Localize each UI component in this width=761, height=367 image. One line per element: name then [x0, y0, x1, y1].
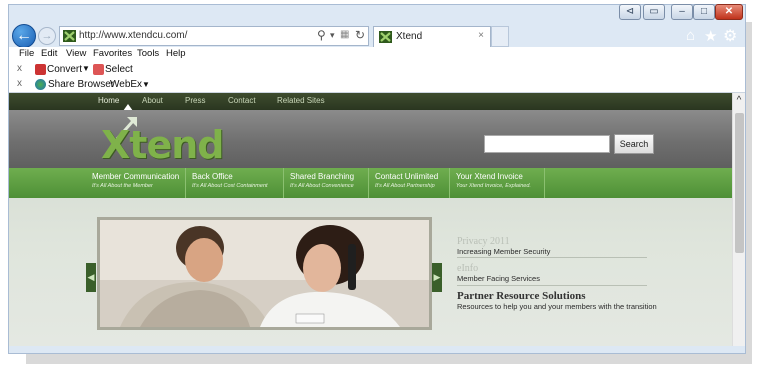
menu-view[interactable]: View — [66, 48, 86, 59]
scrollbar-thumb[interactable] — [735, 113, 744, 253]
news-subtitle: Increasing Member Security — [457, 247, 551, 256]
share-browser-button[interactable]: Share Browser — [48, 79, 114, 90]
window-shadow — [746, 22, 752, 364]
tab-xtend[interactable]: Xtend × — [373, 26, 491, 47]
minimize-button[interactable]: – — [671, 4, 693, 20]
logo-text: Xtend — [101, 123, 224, 167]
category-subtitle: Your Xtend Invoice, Explained. — [456, 183, 531, 189]
convert-button[interactable]: Convert — [47, 64, 82, 75]
caption-tab-button[interactable]: ▭ — [643, 4, 665, 20]
category-subtitle: It's All About Cost Containment — [192, 183, 268, 189]
menu-file[interactable]: File — [19, 48, 34, 59]
window-shadow — [26, 354, 752, 364]
tab-title: Xtend — [396, 31, 423, 42]
news-subtitle: Member Facing Services — [457, 274, 540, 283]
site-search-button[interactable]: Search — [614, 134, 654, 154]
forward-icon[interactable]: → — [38, 27, 56, 45]
back-icon[interactable]: ← — [12, 24, 36, 48]
category-title: Shared Branching — [290, 172, 355, 181]
page-viewport: Home About Press Contact Related Sites X… — [9, 93, 732, 346]
search-icon[interactable]: ⚲ — [317, 28, 326, 42]
star-icon[interactable]: ★ — [704, 27, 717, 45]
news-item[interactable]: Partner Resource Solutions Resources to … — [457, 290, 672, 312]
compat-view-icon[interactable]: ▦ — [340, 29, 349, 40]
category-title: Back Office — [192, 172, 233, 181]
news-title: Privacy 2011 — [457, 236, 510, 247]
category-contact-unlimited[interactable]: Contact Unlimited It's All About Partner… — [369, 168, 450, 198]
category-title: Contact Unlimited — [375, 172, 439, 181]
chevron-down-icon[interactable]: ▼ — [82, 64, 90, 73]
nav-about[interactable]: About — [142, 96, 163, 105]
xtend-favicon-icon — [63, 30, 76, 42]
caption-back-button[interactable]: ⊲ — [619, 4, 641, 20]
category-subtitle: It's All About Convenience — [290, 183, 354, 189]
hero-image — [100, 220, 429, 327]
news-subtitle: Resources to help you and your members w… — [457, 302, 657, 311]
new-tab-button[interactable] — [491, 26, 509, 47]
pdf-convert-icon — [35, 64, 46, 75]
news-item[interactable]: Privacy 2011 Increasing Member Security — [457, 236, 647, 258]
category-shared-branching[interactable]: Shared Branching It's All About Convenie… — [284, 168, 369, 198]
maximize-button[interactable]: □ — [693, 4, 715, 20]
category-back-office[interactable]: Back Office It's All About Cost Containm… — [186, 168, 284, 198]
category-subtitle: It's All About the Member — [92, 183, 153, 189]
webex-globe-icon — [35, 79, 46, 90]
category-member-communication[interactable]: Member Communication It's All About the … — [86, 168, 186, 198]
pdf-select-icon — [93, 64, 104, 75]
site-search-input[interactable] — [484, 135, 610, 153]
close-toolbar-icon[interactable]: x — [17, 63, 22, 74]
address-bar[interactable]: http://www.xtendcu.com/ ⚲ ▾ ▦ ↻ — [59, 26, 369, 46]
xtend-logo[interactable]: Xtend — [89, 115, 239, 167]
nav-related-sites[interactable]: Related Sites — [277, 96, 325, 105]
scroll-up-icon[interactable]: ^ — [733, 95, 745, 107]
nav-press[interactable]: Press — [185, 96, 205, 105]
menu-tools[interactable]: Tools — [137, 48, 159, 59]
webex-toolbar: x Share Browser WebEx ▼ — [9, 77, 745, 93]
nav-contact[interactable]: Contact — [228, 96, 256, 105]
slider-next-button[interactable]: ▶ — [432, 263, 442, 292]
menu-bar: File Edit View Favorites Tools Help — [9, 47, 745, 62]
hero-slider — [97, 217, 432, 330]
nav-home[interactable]: Home — [98, 96, 119, 105]
close-window-button[interactable]: ✕ — [715, 4, 743, 20]
close-toolbar-icon[interactable]: x — [17, 78, 22, 89]
refresh-icon[interactable]: ↻ — [355, 28, 365, 42]
news-title: Partner Resource Solutions — [457, 290, 586, 302]
category-title: Member Communication — [92, 172, 180, 181]
menu-edit[interactable]: Edit — [41, 48, 57, 59]
home-icon[interactable]: ⌂ — [686, 27, 695, 44]
select-button[interactable]: Select — [105, 64, 133, 75]
site-header: Xtend Search — [9, 110, 732, 168]
site-nav: Home About Press Contact Related Sites — [9, 93, 732, 110]
convert-toolbar: x Convert ▼ Select — [9, 62, 745, 77]
news-item[interactable]: eInfo Member Facing Services — [457, 263, 647, 286]
menu-favorites[interactable]: Favorites — [93, 48, 132, 59]
chevron-down-icon[interactable]: ▼ — [142, 80, 150, 89]
slider-prev-button[interactable]: ◀ — [86, 263, 96, 292]
gear-icon[interactable]: ⚙ — [723, 26, 737, 46]
url-text[interactable]: http://www.xtendcu.com/ — [79, 30, 187, 41]
chevron-down-icon[interactable]: ▾ — [330, 30, 335, 41]
hero-photo — [100, 220, 429, 327]
vertical-scrollbar[interactable]: ^ — [732, 93, 745, 346]
menu-help[interactable]: Help — [166, 48, 186, 59]
news-title: eInfo — [457, 263, 479, 274]
category-bar: Member Communication It's All About the … — [9, 168, 732, 198]
category-your-xtend-invoice[interactable]: Your Xtend Invoice Your Xtend Invoice, E… — [450, 168, 545, 198]
close-tab-icon[interactable]: × — [478, 30, 484, 41]
webex-menu-button[interactable]: WebEx — [110, 79, 142, 90]
category-title: Your Xtend Invoice — [456, 172, 523, 181]
category-subtitle: It's All About Partnership — [375, 183, 435, 189]
xtend-favicon-icon — [379, 31, 392, 43]
